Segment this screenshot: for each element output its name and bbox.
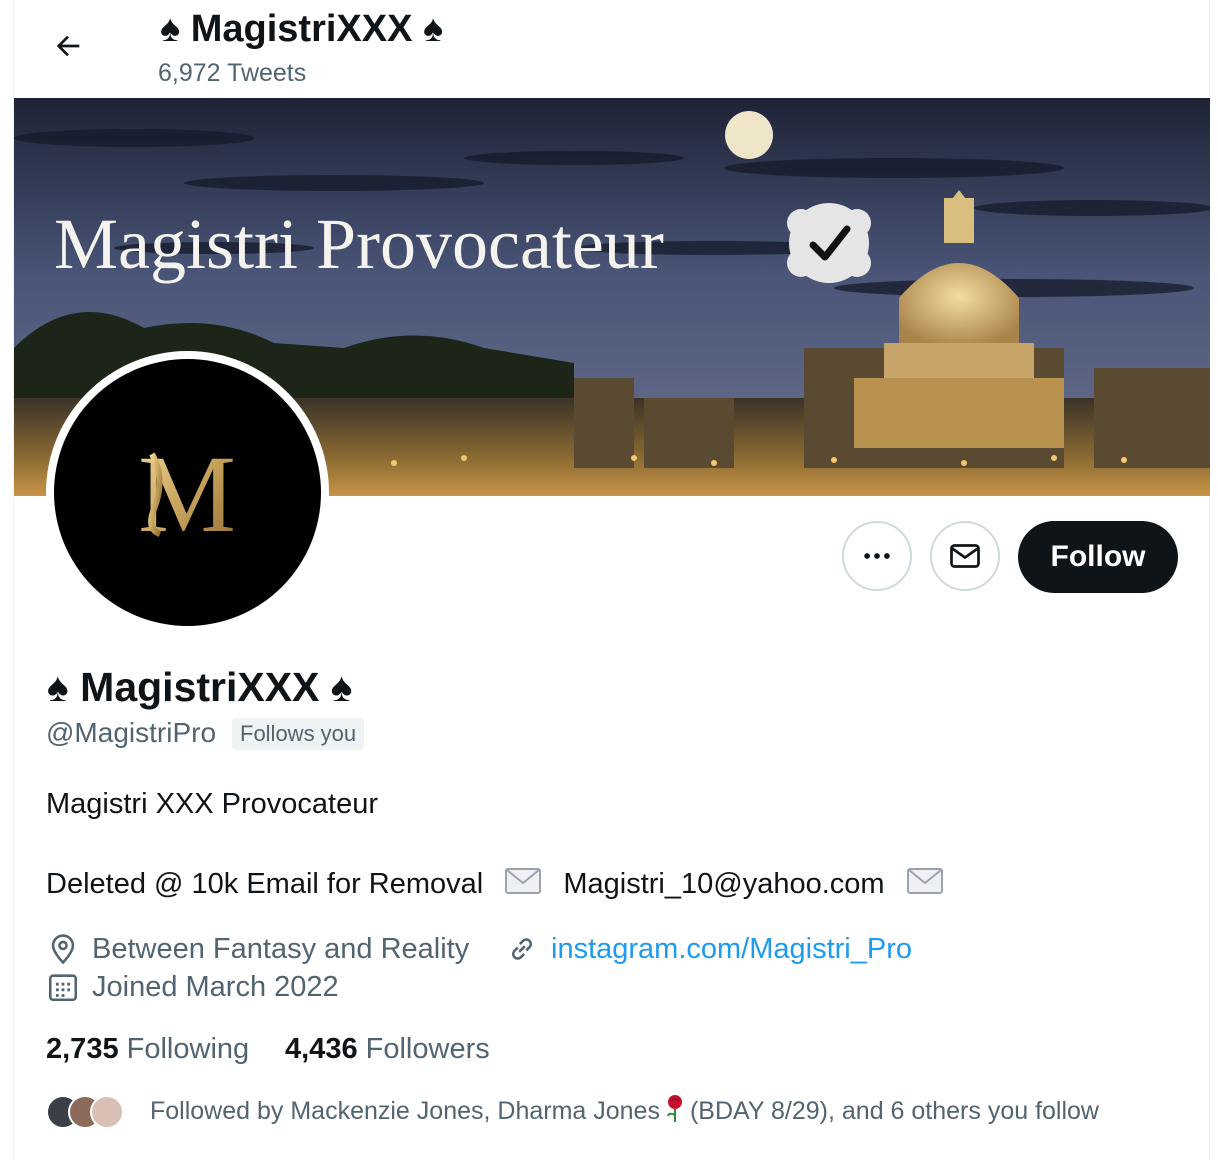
joined-item: Joined March 2022 [46, 970, 339, 1004]
website-link[interactable]: instagram.com/Magistri_Pro [551, 933, 912, 966]
follows-you-badge: Follows you [232, 718, 365, 750]
followers-stat[interactable]: 4,436 Followers [285, 1033, 490, 1066]
followed-by-suffix: (BDAY 8/29), and 6 others you follow [689, 1097, 1099, 1125]
location-icon [51, 934, 75, 965]
moon [725, 111, 773, 159]
followers-label: Followers [365, 1033, 490, 1065]
envelope-emoji-icon [505, 868, 542, 902]
back-button[interactable] [46, 24, 90, 68]
back-arrow-icon [56, 35, 80, 57]
handle: @MagistriPro [46, 717, 217, 748]
follow-button[interactable]: Follow [1018, 521, 1178, 593]
verified-badge-icon [787, 203, 871, 283]
message-button[interactable] [930, 521, 1000, 591]
more-icon [864, 553, 890, 559]
website-item[interactable]: instagram.com/Magistri_Pro [505, 932, 912, 966]
banner-text: Magistri Provocateur [54, 204, 664, 284]
joined-text: Joined March 2022 [92, 970, 339, 1003]
calendar-icon [48, 974, 78, 1002]
following-count: 2,735 [46, 1033, 119, 1065]
bio-line-1: Magistri XXX Provocateur [46, 788, 379, 820]
followed-by-prefix: Followed by Mackenzie Jones, Dharma Jone… [150, 1097, 660, 1125]
mail-icon [950, 544, 980, 568]
following-stat[interactable]: 2,735 Following [46, 1033, 249, 1066]
bio-line-2: Deleted @ 10k Email for Removal Magistri… [46, 868, 957, 902]
link-icon [511, 938, 533, 960]
followers-count: 4,436 [285, 1033, 358, 1065]
bio-email-text: Magistri_10@yahoo.com [563, 868, 885, 900]
bio-removal-text: Deleted @ 10k Email for Removal [46, 868, 484, 900]
header-title: ♠ MagistriXXX ♠ [160, 8, 444, 50]
location-item: Between Fantasy and Reality [46, 932, 469, 966]
rose-emoji-icon [664, 1093, 686, 1130]
location-text: Between Fantasy and Reality [92, 932, 470, 965]
display-name: ♠ MagistriXXX ♠ [47, 664, 353, 710]
followed-by-avatars [46, 1094, 124, 1129]
more-button[interactable] [842, 521, 912, 591]
avatar [90, 1094, 124, 1129]
avatar[interactable]: M [54, 359, 321, 626]
following-label: Following [126, 1033, 250, 1065]
header-tweet-count: 6,972 Tweets [158, 59, 307, 87]
avatar-monogram: M [138, 433, 236, 555]
followed-by[interactable]: Followed by Mackenzie Jones, Dharma Jone… [46, 1093, 1099, 1130]
envelope-emoji-icon [906, 868, 943, 902]
